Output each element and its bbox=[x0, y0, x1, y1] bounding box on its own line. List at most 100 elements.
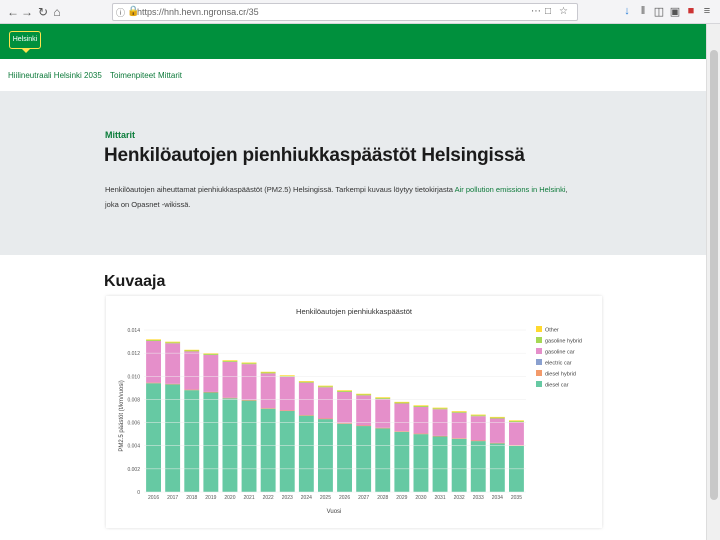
bar-segment bbox=[184, 350, 200, 352]
menu-icon[interactable]: ≡ bbox=[700, 5, 714, 17]
bar-segment bbox=[241, 362, 257, 364]
legend-label: electric car bbox=[545, 361, 572, 367]
x-tick-label: 2025 bbox=[320, 495, 331, 501]
bookmark-star-icon[interactable]: ☆ bbox=[559, 6, 568, 17]
bar-segment bbox=[298, 381, 314, 383]
bar-segment bbox=[394, 401, 410, 403]
bar-segment bbox=[394, 431, 410, 432]
address-bar[interactable]: ⓘ 🔒 https://hnh.hevn.ngronsa.cr/35 ⋯ □ ☆ bbox=[112, 3, 578, 21]
bar-segment bbox=[279, 411, 295, 492]
x-tick-label: 2021 bbox=[243, 495, 254, 501]
back-icon[interactable]: ← bbox=[6, 5, 20, 19]
library-icon[interactable]: ‖ bbox=[636, 5, 650, 17]
lead-text-before: Henkilöautojen aiheuttamat pienhiukkaspä… bbox=[105, 185, 455, 194]
x-tick-label: 2032 bbox=[454, 495, 465, 501]
legend-label: Other bbox=[545, 328, 559, 334]
bar-segment bbox=[375, 428, 391, 492]
browser-toolbar: ← → ↻ ⌂ ⓘ 🔒 https://hnh.hevn.ngronsa.cr/… bbox=[0, 0, 720, 24]
x-tick-label: 2023 bbox=[282, 495, 293, 501]
bar-segment bbox=[432, 408, 448, 410]
bar-segment bbox=[451, 438, 467, 492]
bar-segment bbox=[356, 425, 372, 427]
bar-segment bbox=[146, 339, 161, 341]
bar-segment bbox=[203, 391, 219, 393]
bar-segment bbox=[184, 390, 200, 492]
legend-swatch bbox=[536, 337, 542, 343]
scrollbar-thumb[interactable] bbox=[710, 50, 718, 500]
subnav-item-mittarit[interactable]: Mittarit bbox=[158, 71, 182, 80]
hero-section: Mittarit Henkilöautojen pienhiukkaspääst… bbox=[0, 91, 706, 255]
bar-segment bbox=[203, 353, 219, 355]
site-header: Helsinki bbox=[0, 24, 706, 59]
x-tick-label: 2029 bbox=[396, 495, 407, 501]
section-title: Kuvaaja bbox=[104, 273, 166, 290]
bar-segment bbox=[470, 414, 486, 416]
bar-segment bbox=[337, 423, 352, 492]
y-tick-label: 0 bbox=[137, 490, 140, 496]
page-scrollbar[interactable] bbox=[706, 24, 720, 540]
bar-segment bbox=[489, 442, 505, 444]
bar-segment bbox=[279, 410, 295, 412]
bar-segment bbox=[375, 397, 391, 399]
bar-segment bbox=[432, 436, 448, 492]
bar-segment bbox=[298, 415, 314, 492]
bar-segment bbox=[356, 394, 372, 396]
bar-segment bbox=[337, 390, 352, 391]
y-tick-label: 0.010 bbox=[127, 374, 140, 380]
bar-segment bbox=[337, 423, 352, 424]
bar-segment bbox=[470, 441, 486, 492]
bar-segment bbox=[337, 391, 352, 424]
more-icon[interactable]: ⋯ bbox=[531, 6, 541, 17]
bar-segment bbox=[298, 381, 314, 382]
x-tick-label: 2027 bbox=[358, 495, 369, 501]
opasnet-link[interactable]: Air pollution emissions in Helsinki bbox=[455, 185, 566, 194]
pocket-icon[interactable]: □ bbox=[545, 6, 551, 17]
x-tick-label: 2019 bbox=[205, 495, 216, 501]
info-icon[interactable]: ⓘ bbox=[116, 6, 125, 19]
bar-segment bbox=[222, 398, 238, 492]
forward-icon[interactable]: → bbox=[20, 5, 34, 19]
bar-segment bbox=[222, 361, 238, 398]
download-icon[interactable]: ↓ bbox=[620, 5, 634, 17]
bar-segment bbox=[165, 384, 181, 492]
legend-swatch bbox=[536, 326, 542, 332]
bar-segment bbox=[203, 392, 219, 492]
bar-segment bbox=[489, 443, 505, 492]
bar-segment bbox=[509, 421, 524, 446]
bar-segment bbox=[356, 426, 372, 492]
legend-swatch bbox=[536, 348, 542, 354]
x-tick-label: 2035 bbox=[511, 495, 522, 501]
bar-segment bbox=[260, 408, 276, 409]
reload-icon[interactable]: ↻ bbox=[36, 5, 50, 19]
bar-segment bbox=[318, 419, 333, 492]
breadcrumb: Hiilineutraali Helsinki 2035 Toimenpitee… bbox=[0, 59, 706, 91]
x-tick-label: 2030 bbox=[415, 495, 426, 501]
bar-segment bbox=[222, 360, 238, 361]
eyebrow-label[interactable]: Mittarit bbox=[105, 130, 135, 140]
home-icon[interactable]: ⌂ bbox=[50, 5, 64, 19]
legend-swatch bbox=[536, 381, 542, 387]
x-tick-label: 2020 bbox=[224, 495, 235, 501]
helsinki-logo[interactable]: Helsinki bbox=[9, 31, 41, 53]
y-tick-label: 0.002 bbox=[127, 467, 140, 473]
screenshot-icon[interactable]: ▣ bbox=[668, 5, 682, 18]
bar-segment bbox=[413, 406, 429, 434]
y-tick-label: 0.004 bbox=[127, 444, 140, 450]
x-tick-label: 2017 bbox=[167, 495, 178, 501]
bar-segment bbox=[241, 400, 257, 492]
y-tick-label: 0.012 bbox=[127, 351, 140, 357]
stacked-bar-chart: Henkilöautojen pienhiukkaspäästöt PM2.5 … bbox=[119, 307, 582, 515]
subnav-item-hiilineutraali[interactable]: Hiilineutraali Helsinki 2035 bbox=[8, 71, 102, 80]
bar-segment bbox=[318, 386, 333, 388]
bar-segment bbox=[165, 343, 181, 384]
bar-segment bbox=[203, 354, 219, 392]
subnav-item-toimenpiteet[interactable]: Toimenpiteet bbox=[110, 71, 155, 80]
url-text[interactable]: https://hnh.hevn.ngronsa.cr/35 bbox=[137, 7, 259, 17]
sidebar-icon[interactable]: ◫ bbox=[652, 5, 666, 18]
extension-icon[interactable]: ■ bbox=[684, 5, 698, 17]
bar-segment bbox=[222, 360, 238, 362]
x-tick-label: 2016 bbox=[148, 495, 159, 501]
bar-segment bbox=[356, 393, 372, 395]
legend-label: diesel hybrid bbox=[545, 372, 576, 378]
bar-segment bbox=[260, 373, 276, 409]
